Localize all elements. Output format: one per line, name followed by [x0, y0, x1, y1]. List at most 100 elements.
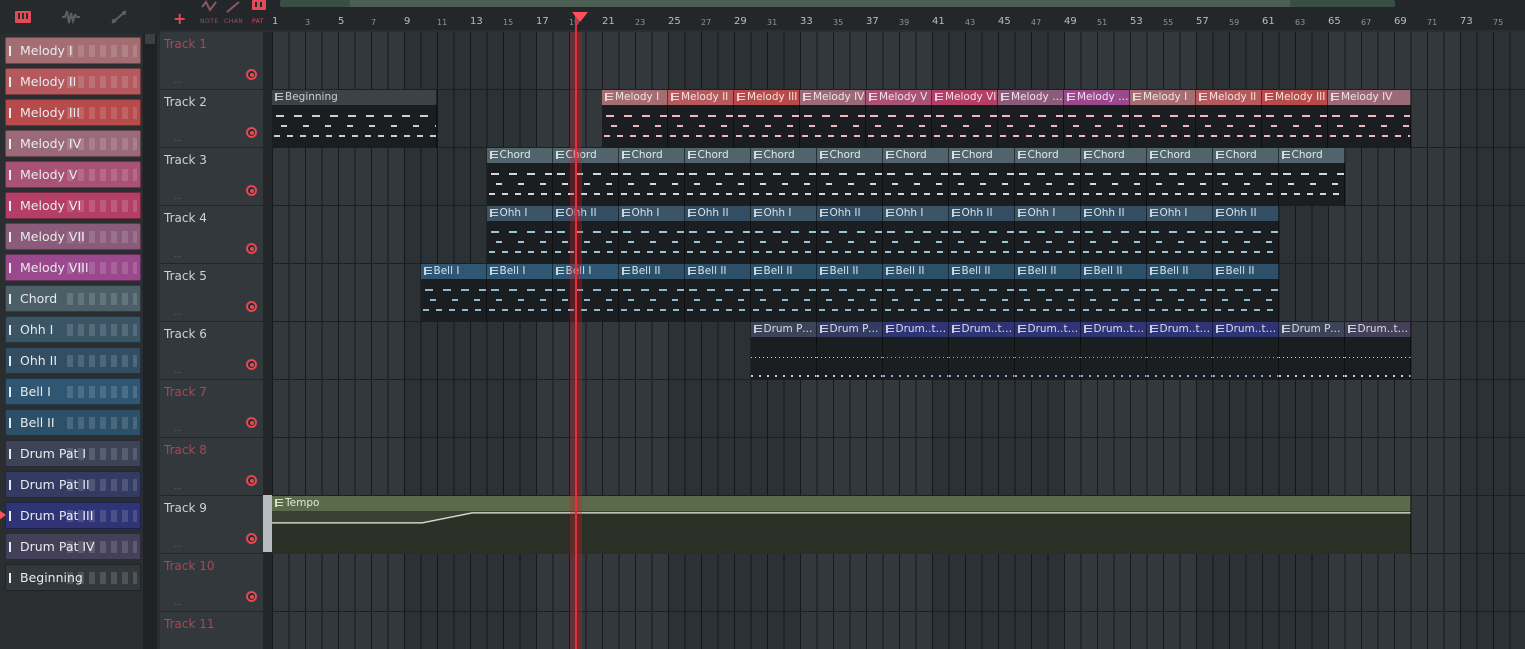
pattern-clip[interactable]: Melody VIII — [1064, 90, 1130, 148]
arrangement-grid[interactable]: Beginning Melody I Melody II Melody III Melo… — [272, 32, 1525, 649]
pattern-clip[interactable]: Bell II — [684, 264, 751, 322]
pattern-clip[interactable]: Bell II — [1014, 264, 1081, 322]
picker-item[interactable]: Ohh II — [5, 347, 141, 374]
pattern-clip[interactable]: Ohh I — [618, 206, 685, 264]
pattern-clip[interactable]: Bell II — [816, 264, 883, 322]
pattern-clip[interactable]: Bell II — [882, 264, 949, 322]
picker-item[interactable]: Melody V — [5, 161, 141, 188]
pattern-clip[interactable]: Drum Pat I — [1278, 322, 1345, 380]
picker-item[interactable]: Chord — [5, 285, 141, 312]
pattern-clip[interactable]: Beginning — [272, 90, 437, 148]
pattern-clip[interactable]: Chord — [618, 148, 685, 206]
picker-item[interactable]: Melody III — [5, 99, 141, 126]
pattern-clip[interactable]: Ohh I — [1146, 206, 1213, 264]
pattern-clip[interactable]: Ohh II — [816, 206, 883, 264]
track-name[interactable]: Track 10 — [164, 559, 214, 573]
picker-item[interactable]: Drum Pat III — [0, 502, 141, 529]
add-track-button[interactable]: + — [173, 9, 186, 28]
timeline-ruler[interactable]: 1357911131517192123252729313335373941434… — [270, 12, 1525, 32]
track-header[interactable]: Track 10... — [160, 554, 263, 612]
pattern-clip[interactable]: Bell II — [1146, 264, 1213, 322]
pattern-clip[interactable]: Drum..t III — [1212, 322, 1279, 380]
track-mute-button[interactable] — [246, 591, 257, 602]
picker-item[interactable]: Melody II — [5, 68, 141, 95]
note-mode-icon[interactable] — [198, 0, 220, 18]
track-resize-grip[interactable]: ... — [174, 424, 182, 433]
track-mute-button[interactable] — [246, 359, 257, 370]
pattern-clip[interactable]: Drum..t IV — [1344, 322, 1411, 380]
track-name[interactable]: Track 6 — [164, 327, 207, 341]
pattern-clip[interactable]: Ohh II — [948, 206, 1015, 264]
track-header[interactable]: Track 3... — [160, 148, 263, 206]
pattern-clip[interactable]: Drum..t III — [882, 322, 949, 380]
pattern-clip[interactable]: Chord — [816, 148, 883, 206]
pattern-clip[interactable]: Melody II — [1196, 90, 1262, 148]
pattern-clip[interactable]: Drum..t III — [1080, 322, 1147, 380]
track-resize-grip[interactable]: ... — [174, 308, 182, 317]
track-header[interactable]: Track 5... — [160, 264, 263, 322]
pattern-mode-icon[interactable] — [248, 0, 270, 18]
picker-item[interactable]: Melody VIII — [5, 254, 141, 281]
picker-item[interactable]: Ohh I — [5, 316, 141, 343]
pattern-clip[interactable]: Chord — [948, 148, 1015, 206]
pattern-clip[interactable]: Bell II — [1080, 264, 1147, 322]
track-header[interactable]: Track 4... — [160, 206, 263, 264]
pattern-clip[interactable]: Bell II — [750, 264, 817, 322]
picker-item[interactable]: Bell II — [5, 409, 141, 436]
pattern-clip[interactable]: Chord — [552, 148, 619, 206]
pattern-clip[interactable]: Melody I — [602, 90, 668, 148]
track-name[interactable]: Track 4 — [164, 211, 207, 225]
pattern-clip[interactable]: Chord — [1278, 148, 1345, 206]
track-resize-grip[interactable]: ... — [174, 482, 182, 491]
track-lane[interactable]: Bell I Bell I Bell I Bell II Bell II Bell II B… — [272, 264, 1525, 322]
pattern-clip[interactable]: Ohh II — [684, 206, 751, 264]
pattern-clip[interactable]: Bell II — [948, 264, 1015, 322]
horizontal-scrollbar[interactable] — [280, 0, 1395, 7]
pattern-clip[interactable]: Drum..t III — [948, 322, 1015, 380]
picker-item[interactable]: Bell I — [5, 378, 141, 405]
track-lane[interactable] — [272, 438, 1525, 496]
track-lane[interactable] — [272, 554, 1525, 612]
track-header[interactable]: Track 1... — [160, 32, 263, 90]
pattern-clip[interactable]: Chord — [1146, 148, 1213, 206]
picker-item[interactable]: Drum Pat IV — [5, 533, 141, 560]
picker-scrollbar[interactable] — [143, 34, 157, 649]
track-lane[interactable] — [272, 32, 1525, 90]
track-name[interactable]: Track 5 — [164, 269, 207, 283]
picker-scroll-thumb[interactable] — [145, 34, 155, 44]
pattern-clip[interactable]: Melody VII — [998, 90, 1064, 148]
pattern-clip[interactable]: Drum..t III — [1014, 322, 1081, 380]
track-mute-button[interactable] — [246, 69, 257, 80]
pattern-clip[interactable]: Drum Pat I — [750, 322, 817, 380]
channel-mode-icon[interactable] — [222, 0, 244, 18]
track-name[interactable]: Track 1 — [164, 37, 207, 51]
picker-item[interactable]: Drum Pat II — [5, 471, 141, 498]
pattern-clip[interactable]: Chord — [1014, 148, 1081, 206]
track-header[interactable]: Track 7... — [160, 380, 263, 438]
track-header[interactable]: Track 2... — [160, 90, 263, 148]
track-mute-button[interactable] — [246, 127, 257, 138]
track-name[interactable]: Track 8 — [164, 443, 207, 457]
pattern-clip[interactable]: Chord — [684, 148, 751, 206]
track-lane[interactable]: Beginning Melody I Melody II Melody III Melo… — [272, 90, 1525, 148]
pattern-clip[interactable]: Drum Pat II — [816, 322, 883, 380]
track-scroll-handle[interactable] — [263, 495, 272, 552]
pattern-clip[interactable]: Ohh I — [882, 206, 949, 264]
pattern-clip[interactable]: Chord — [882, 148, 949, 206]
track-lane[interactable]: Tempo — [272, 496, 1525, 554]
pattern-clip[interactable]: Melody III — [734, 90, 800, 148]
track-lane[interactable]: Chord Chord Chord Chord Chord Chord Chord Chord… — [272, 148, 1525, 206]
audio-icon[interactable] — [60, 6, 82, 28]
pattern-clip[interactable]: Ohh I — [1014, 206, 1081, 264]
pattern-clip[interactable]: Chord — [750, 148, 817, 206]
pattern-clip[interactable]: Melody IV — [1328, 90, 1411, 148]
pattern-clip[interactable]: Melody I — [1130, 90, 1196, 148]
picker-item[interactable]: Beginning — [5, 564, 141, 591]
pattern-clip[interactable]: Melody VI — [932, 90, 998, 148]
track-lane[interactable] — [272, 612, 1525, 649]
track-lane[interactable]: Drum Pat I Drum Pat II Drum..t III Drum..t … — [272, 322, 1525, 380]
pattern-clip[interactable]: Chord — [1212, 148, 1279, 206]
pattern-clip[interactable]: Drum..t III — [1146, 322, 1213, 380]
picker-item[interactable]: Melody I — [5, 37, 141, 64]
track-mute-button[interactable] — [246, 533, 257, 544]
